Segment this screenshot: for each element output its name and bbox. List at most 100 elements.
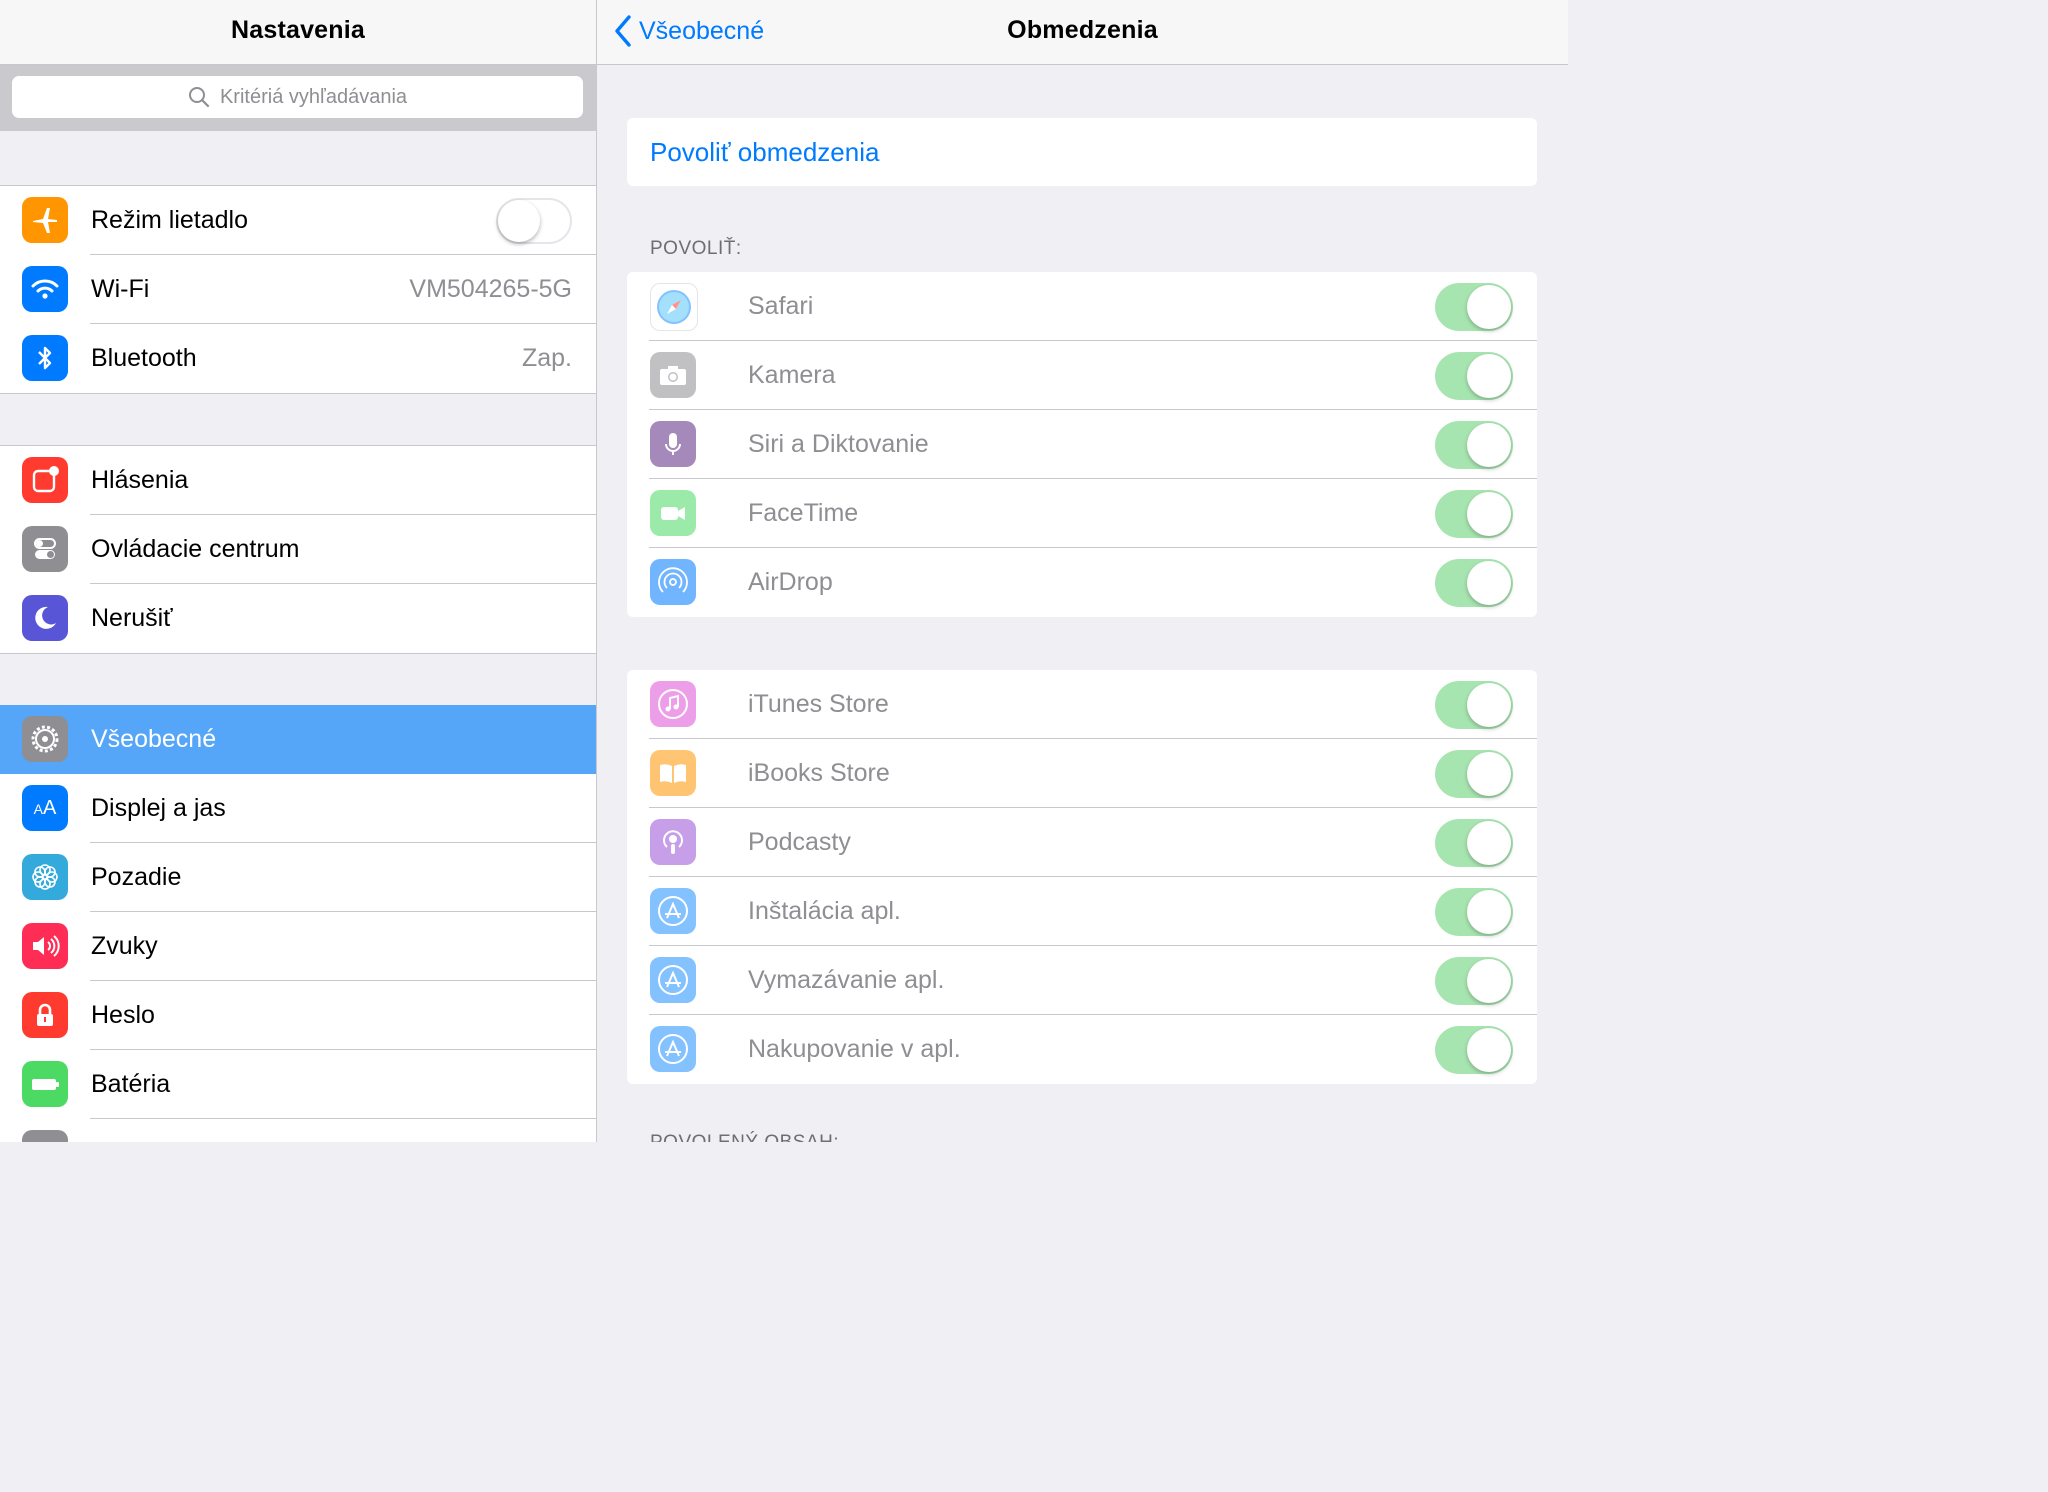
- settings-row-airplane[interactable]: Režim lietadlo: [0, 186, 596, 255]
- lock-icon: [22, 992, 68, 1038]
- row-label: Bluetooth: [91, 344, 197, 372]
- siri-toggle: [1435, 421, 1513, 469]
- settings-group-notifications: Hlásenia Ovládacie centrum Nerušiť: [0, 445, 596, 654]
- enable-restrictions-button[interactable]: Povoliť obmedzenia: [650, 137, 879, 168]
- row-label: Safari: [748, 292, 814, 320]
- row-label: iTunes Store: [748, 690, 889, 718]
- facetime-toggle: [1435, 490, 1513, 538]
- row-label: Inštalácia apl.: [748, 897, 901, 925]
- row-label: Podcasty: [748, 828, 851, 856]
- siri-icon: [650, 421, 696, 467]
- store-card: iTunes Store iBooks Store Podcasty Inšta…: [627, 670, 1537, 1084]
- settings-row-wifi[interactable]: Wi-Fi VM504265-5G: [0, 255, 596, 324]
- restriction-row-itunes: iTunes Store: [627, 670, 1537, 739]
- notifications-icon: [22, 457, 68, 503]
- search-bar: Kritériá vyhľadávania: [0, 65, 596, 131]
- settings-row-privacy[interactable]: [0, 1119, 596, 1142]
- sounds-icon: [22, 923, 68, 969]
- row-label: Zvuky: [91, 932, 158, 960]
- page-title: Obmedzenia: [1007, 16, 1158, 44]
- appstore-icon: [650, 888, 696, 934]
- row-label: Hlásenia: [91, 466, 189, 494]
- settings-group-connectivity: Režim lietadlo Wi-Fi VM504265-5G Bluetoo…: [0, 185, 596, 394]
- settings-group-general: Všeobecné AA Displej a jas Pozadie Zvuky: [0, 705, 596, 1142]
- airplane-icon: [22, 197, 68, 243]
- settings-master-pane: Nastavenia Kritériá vyhľadávania Režim l…: [0, 0, 596, 1142]
- row-label: Siri a Diktovanie: [748, 430, 929, 458]
- bluetooth-status-value: Zap.: [521, 344, 572, 372]
- airplane-toggle[interactable]: [496, 198, 572, 244]
- section-header-allow: POVOLIŤ:: [650, 238, 742, 259]
- appstore-icon: [650, 1026, 696, 1072]
- ibooks-toggle: [1435, 750, 1513, 798]
- row-label: Kamera: [748, 361, 836, 389]
- restriction-row-camera: Kamera: [627, 341, 1537, 410]
- gear-icon: [22, 716, 68, 762]
- restriction-row-siri: Siri a Diktovanie: [627, 410, 1537, 479]
- ibooks-icon: [650, 750, 696, 796]
- restrictions-detail-pane: Všeobecné Obmedzenia Povoliť obmedzenia …: [597, 0, 1568, 1142]
- display-icon: AA: [22, 785, 68, 831]
- row-label: Wi-Fi: [91, 275, 150, 303]
- podcasts-icon: [650, 819, 696, 865]
- row-label: Nerušiť: [91, 604, 173, 632]
- in-app-purchases-toggle: [1435, 1026, 1513, 1074]
- section-header-allowed-content: POVOLENÝ OBSAH:: [650, 1132, 839, 1142]
- restriction-row-airdrop: AirDrop: [627, 548, 1537, 617]
- detail-navbar: Všeobecné Obmedzenia: [597, 0, 1568, 65]
- row-label: Heslo: [91, 1001, 155, 1029]
- settings-row-battery[interactable]: Batéria: [0, 1050, 596, 1119]
- airdrop-toggle: [1435, 559, 1513, 607]
- moon-icon: [22, 595, 68, 641]
- camera-icon: [650, 352, 696, 398]
- restriction-row-ibooks: iBooks Store: [627, 739, 1537, 808]
- row-label: iBooks Store: [748, 759, 890, 787]
- install-apps-toggle: [1435, 888, 1513, 936]
- settings-row-general[interactable]: Všeobecné: [0, 705, 596, 774]
- allow-card: Safari Kamera Siri a Diktovanie FaceTime: [627, 272, 1537, 617]
- row-label: Displej a jas: [91, 794, 226, 822]
- enable-restrictions-card: Povoliť obmedzenia: [627, 118, 1537, 186]
- facetime-icon: [650, 490, 696, 536]
- row-label: Režim lietadlo: [91, 206, 249, 234]
- search-input[interactable]: Kritériá vyhľadávania: [12, 76, 583, 118]
- itunes-icon: [650, 681, 696, 727]
- settings-row-do-not-disturb[interactable]: Nerušiť: [0, 584, 596, 653]
- bluetooth-icon: [22, 335, 68, 381]
- settings-row-wallpaper[interactable]: Pozadie: [0, 843, 596, 912]
- row-label: Vymazávanie apl.: [748, 966, 945, 994]
- row-label: Ovládacie centrum: [91, 535, 300, 563]
- restriction-row-in-app-purchases: Nakupovanie v apl.: [627, 1015, 1537, 1084]
- restriction-row-delete-apps: Vymazávanie apl.: [627, 946, 1537, 1015]
- control-center-icon: [22, 526, 68, 572]
- settings-row-notifications[interactable]: Hlásenia: [0, 446, 596, 515]
- search-icon: [188, 87, 210, 108]
- delete-apps-toggle: [1435, 957, 1513, 1005]
- settings-row-control-center[interactable]: Ovládacie centrum: [0, 515, 596, 584]
- restriction-row-safari: Safari: [627, 272, 1537, 341]
- restriction-row-podcasts: Podcasty: [627, 808, 1537, 877]
- safari-icon: [650, 283, 698, 331]
- settings-row-sounds[interactable]: Zvuky: [0, 912, 596, 981]
- appstore-icon: [650, 957, 696, 1003]
- airdrop-icon: [650, 559, 696, 605]
- row-label: Pozadie: [91, 863, 182, 891]
- settings-row-bluetooth[interactable]: Bluetooth Zap.: [0, 324, 596, 393]
- restriction-row-install-apps: Inštalácia apl.: [627, 877, 1537, 946]
- podcasts-toggle: [1435, 819, 1513, 867]
- wallpaper-icon: [22, 854, 68, 900]
- row-label: FaceTime: [748, 499, 859, 527]
- row-label: Nakupovanie v apl.: [748, 1035, 961, 1063]
- itunes-toggle: [1435, 681, 1513, 729]
- wifi-network-value: VM504265-5G: [409, 275, 572, 303]
- master-navbar: Nastavenia: [0, 0, 596, 65]
- battery-icon: [22, 1061, 68, 1107]
- settings-row-passcode[interactable]: Heslo: [0, 981, 596, 1050]
- row-label: Všeobecné: [91, 725, 217, 753]
- page-title: Nastavenia: [230, 16, 366, 44]
- wifi-icon: [22, 266, 68, 312]
- camera-toggle: [1435, 352, 1513, 400]
- safari-toggle: [1435, 283, 1513, 331]
- settings-row-display[interactable]: AA Displej a jas: [0, 774, 596, 843]
- search-placeholder: Kritériá vyhľadávania: [219, 85, 408, 108]
